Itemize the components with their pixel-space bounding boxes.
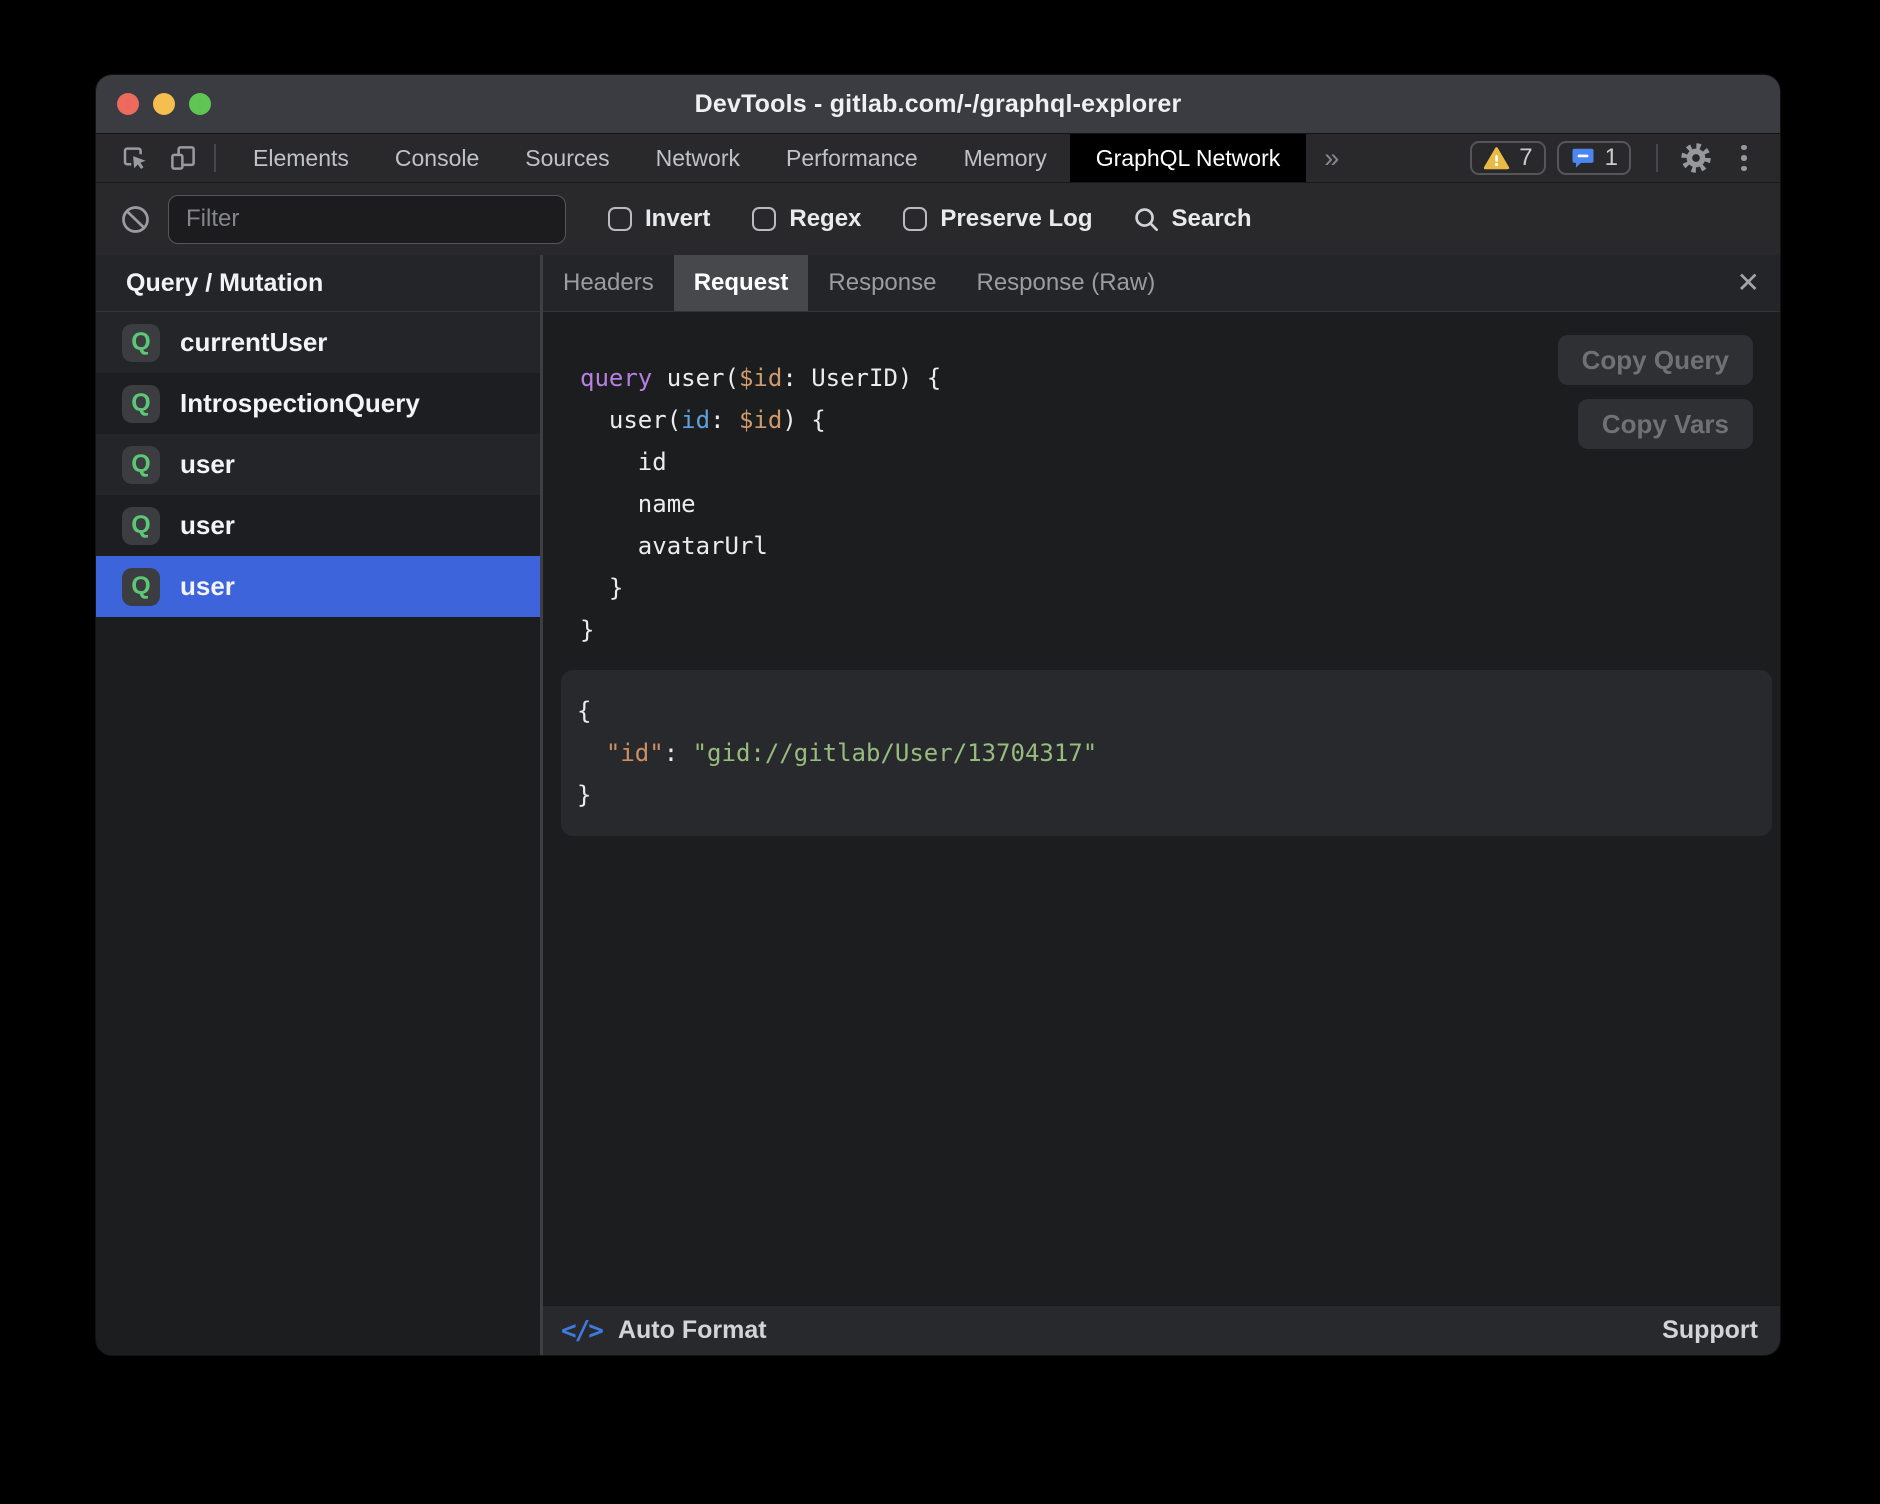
messages-count: 1 — [1605, 144, 1618, 172]
warnings-count: 7 — [1519, 144, 1532, 172]
query-list-item-user-3-selected[interactable]: Q user — [96, 556, 540, 617]
search-icon — [1132, 205, 1161, 234]
tab-memory[interactable]: Memory — [941, 134, 1070, 182]
regex-label: Regex — [789, 205, 861, 233]
settings-gear-icon[interactable] — [1678, 140, 1714, 176]
query-list-item-user-2[interactable]: Q user — [96, 495, 540, 556]
preserve-log-label: Preserve Log — [940, 205, 1092, 233]
query-type-badge: Q — [122, 385, 160, 423]
inspect-element-icon[interactable] — [118, 141, 152, 175]
divider — [1656, 144, 1658, 172]
panel-footer: </> Auto Format Support — [543, 1305, 1780, 1355]
request-tab-content: query user($id: UserID) { user(id: $id) … — [543, 312, 1780, 1305]
tab-response[interactable]: Response — [808, 255, 956, 311]
tab-graphql-network[interactable]: GraphQL Network — [1070, 134, 1307, 182]
request-detail-panel: Headers Request Response Response (Raw) … — [543, 255, 1780, 1355]
tab-sources[interactable]: Sources — [502, 134, 632, 182]
zoom-window-button[interactable] — [189, 93, 211, 115]
query-list-item-label: user — [180, 510, 235, 541]
clear-block-icon[interactable] — [120, 204, 151, 235]
search-label: Search — [1171, 205, 1251, 233]
tab-elements[interactable]: Elements — [230, 134, 372, 182]
tab-request[interactable]: Request — [674, 255, 809, 311]
titlebar: DevTools - gitlab.com/-/graphql-explorer — [96, 75, 1780, 133]
close-detail-icon[interactable]: ✕ — [1737, 269, 1760, 297]
invert-checkbox-group[interactable]: Invert — [608, 205, 710, 233]
query-list-item-label: user — [180, 571, 235, 602]
query-list-item-label: currentUser — [180, 327, 327, 358]
query-type-badge: Q — [122, 446, 160, 484]
regex-checkbox-group[interactable]: Regex — [752, 205, 861, 233]
auto-format-code-icon: </> — [561, 1316, 602, 1346]
query-type-badge: Q — [122, 324, 160, 362]
query-list-item-currentuser[interactable]: Q currentUser — [96, 312, 540, 373]
query-list-header: Query / Mutation — [96, 255, 540, 312]
auto-format-button[interactable]: Auto Format — [618, 1316, 767, 1345]
support-link[interactable]: Support — [1662, 1316, 1758, 1345]
filter-input[interactable] — [168, 195, 566, 244]
invert-label: Invert — [645, 205, 710, 233]
devtools-tab-strip: Elements Console Sources Network Perform… — [96, 133, 1780, 182]
request-variables-box: { "id": "gid://gitlab/User/13704317"} — [561, 670, 1772, 836]
invert-checkbox[interactable] — [608, 207, 632, 231]
more-options-kebab-icon[interactable] — [1726, 140, 1762, 176]
devtools-window: DevTools - gitlab.com/-/graphql-explorer… — [96, 75, 1780, 1355]
tab-network[interactable]: Network — [633, 134, 763, 182]
query-type-badge: Q — [122, 568, 160, 606]
warning-icon — [1483, 146, 1510, 171]
query-list-item-introspectionquery[interactable]: Q IntrospectionQuery — [96, 373, 540, 434]
warnings-badge[interactable]: 7 — [1470, 141, 1545, 175]
query-list-item-label: user — [180, 449, 235, 480]
messages-badge[interactable]: 1 — [1557, 141, 1631, 175]
divider — [214, 144, 216, 172]
query-type-badge: Q — [122, 507, 160, 545]
copy-vars-button[interactable]: Copy Vars — [1578, 399, 1753, 449]
more-tabs-chevron-icon[interactable]: » — [1306, 143, 1357, 174]
tab-headers[interactable]: Headers — [543, 255, 674, 311]
close-window-button[interactable] — [117, 93, 139, 115]
minimize-window-button[interactable] — [153, 93, 175, 115]
copy-query-button[interactable]: Copy Query — [1558, 335, 1753, 385]
query-list-item-user-1[interactable]: Q user — [96, 434, 540, 495]
tab-performance[interactable]: Performance — [763, 134, 941, 182]
device-toolbar-icon[interactable] — [166, 141, 200, 175]
query-list-item-label: IntrospectionQuery — [180, 388, 420, 419]
search-control[interactable]: Search — [1132, 205, 1251, 234]
devtools-body: Query / Mutation Q currentUser Q Introsp… — [96, 255, 1780, 1355]
traffic-lights — [117, 75, 211, 133]
request-variables-code: { "id": "gid://gitlab/User/13704317"} — [577, 690, 1752, 816]
tab-console[interactable]: Console — [372, 134, 502, 182]
preserve-log-checkbox-group[interactable]: Preserve Log — [903, 205, 1092, 233]
preserve-log-checkbox[interactable] — [903, 207, 927, 231]
message-bubble-icon — [1570, 145, 1596, 171]
tab-response-raw[interactable]: Response (Raw) — [956, 255, 1175, 311]
window-title: DevTools - gitlab.com/-/graphql-explorer — [96, 90, 1780, 119]
regex-checkbox[interactable] — [752, 207, 776, 231]
detail-tab-bar: Headers Request Response Response (Raw) … — [543, 255, 1780, 312]
query-list-sidebar: Query / Mutation Q currentUser Q Introsp… — [96, 255, 540, 1355]
filter-toolbar: Invert Regex Preserve Log Search — [96, 182, 1780, 255]
